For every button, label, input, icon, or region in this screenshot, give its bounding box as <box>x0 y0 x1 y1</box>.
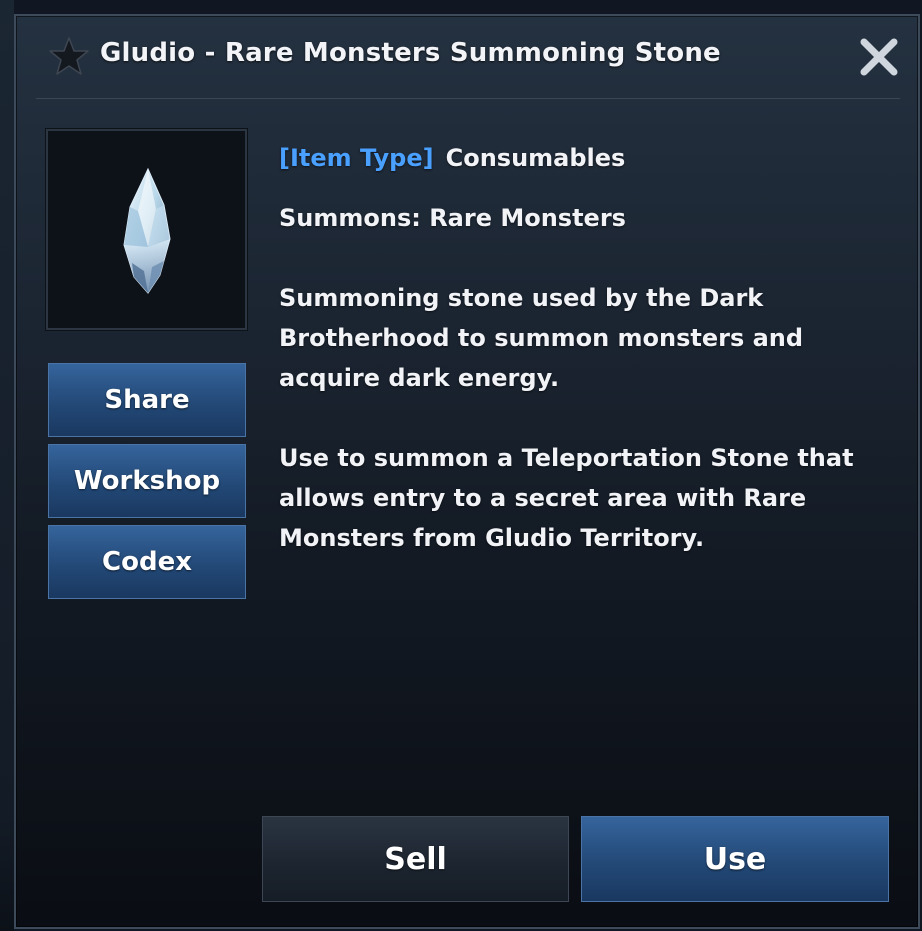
workshop-button[interactable]: Workshop <box>48 444 246 518</box>
codex-button[interactable]: Codex <box>48 525 246 599</box>
sell-button[interactable]: Sell <box>262 816 569 902</box>
close-icon[interactable] <box>858 36 900 78</box>
item-type-line: [Item Type] Consumables <box>279 138 879 178</box>
star-icon[interactable] <box>48 35 90 77</box>
share-button[interactable]: Share <box>48 363 246 437</box>
background-strip <box>0 0 14 931</box>
crystal-stone-icon <box>123 167 171 294</box>
item-usage: Use to summon a Teleportation Stone that… <box>279 444 854 552</box>
item-icon-frame <box>45 128 248 331</box>
item-type-value: Consumables <box>445 144 626 172</box>
summons-text: Summons: Rare Monsters <box>279 204 626 232</box>
dialog-title: Gludio - Rare Monsters Summoning Stone <box>100 38 721 68</box>
item-type-label: [Item Type] <box>279 144 434 172</box>
item-info: [Item Type] Consumables Summons: Rare Mon… <box>279 138 879 558</box>
item-description: Summoning stone used by the Dark Brother… <box>279 284 804 392</box>
dialog-header: Gludio - Rare Monsters Summoning Stone <box>36 28 900 99</box>
use-button[interactable]: Use <box>581 816 889 902</box>
